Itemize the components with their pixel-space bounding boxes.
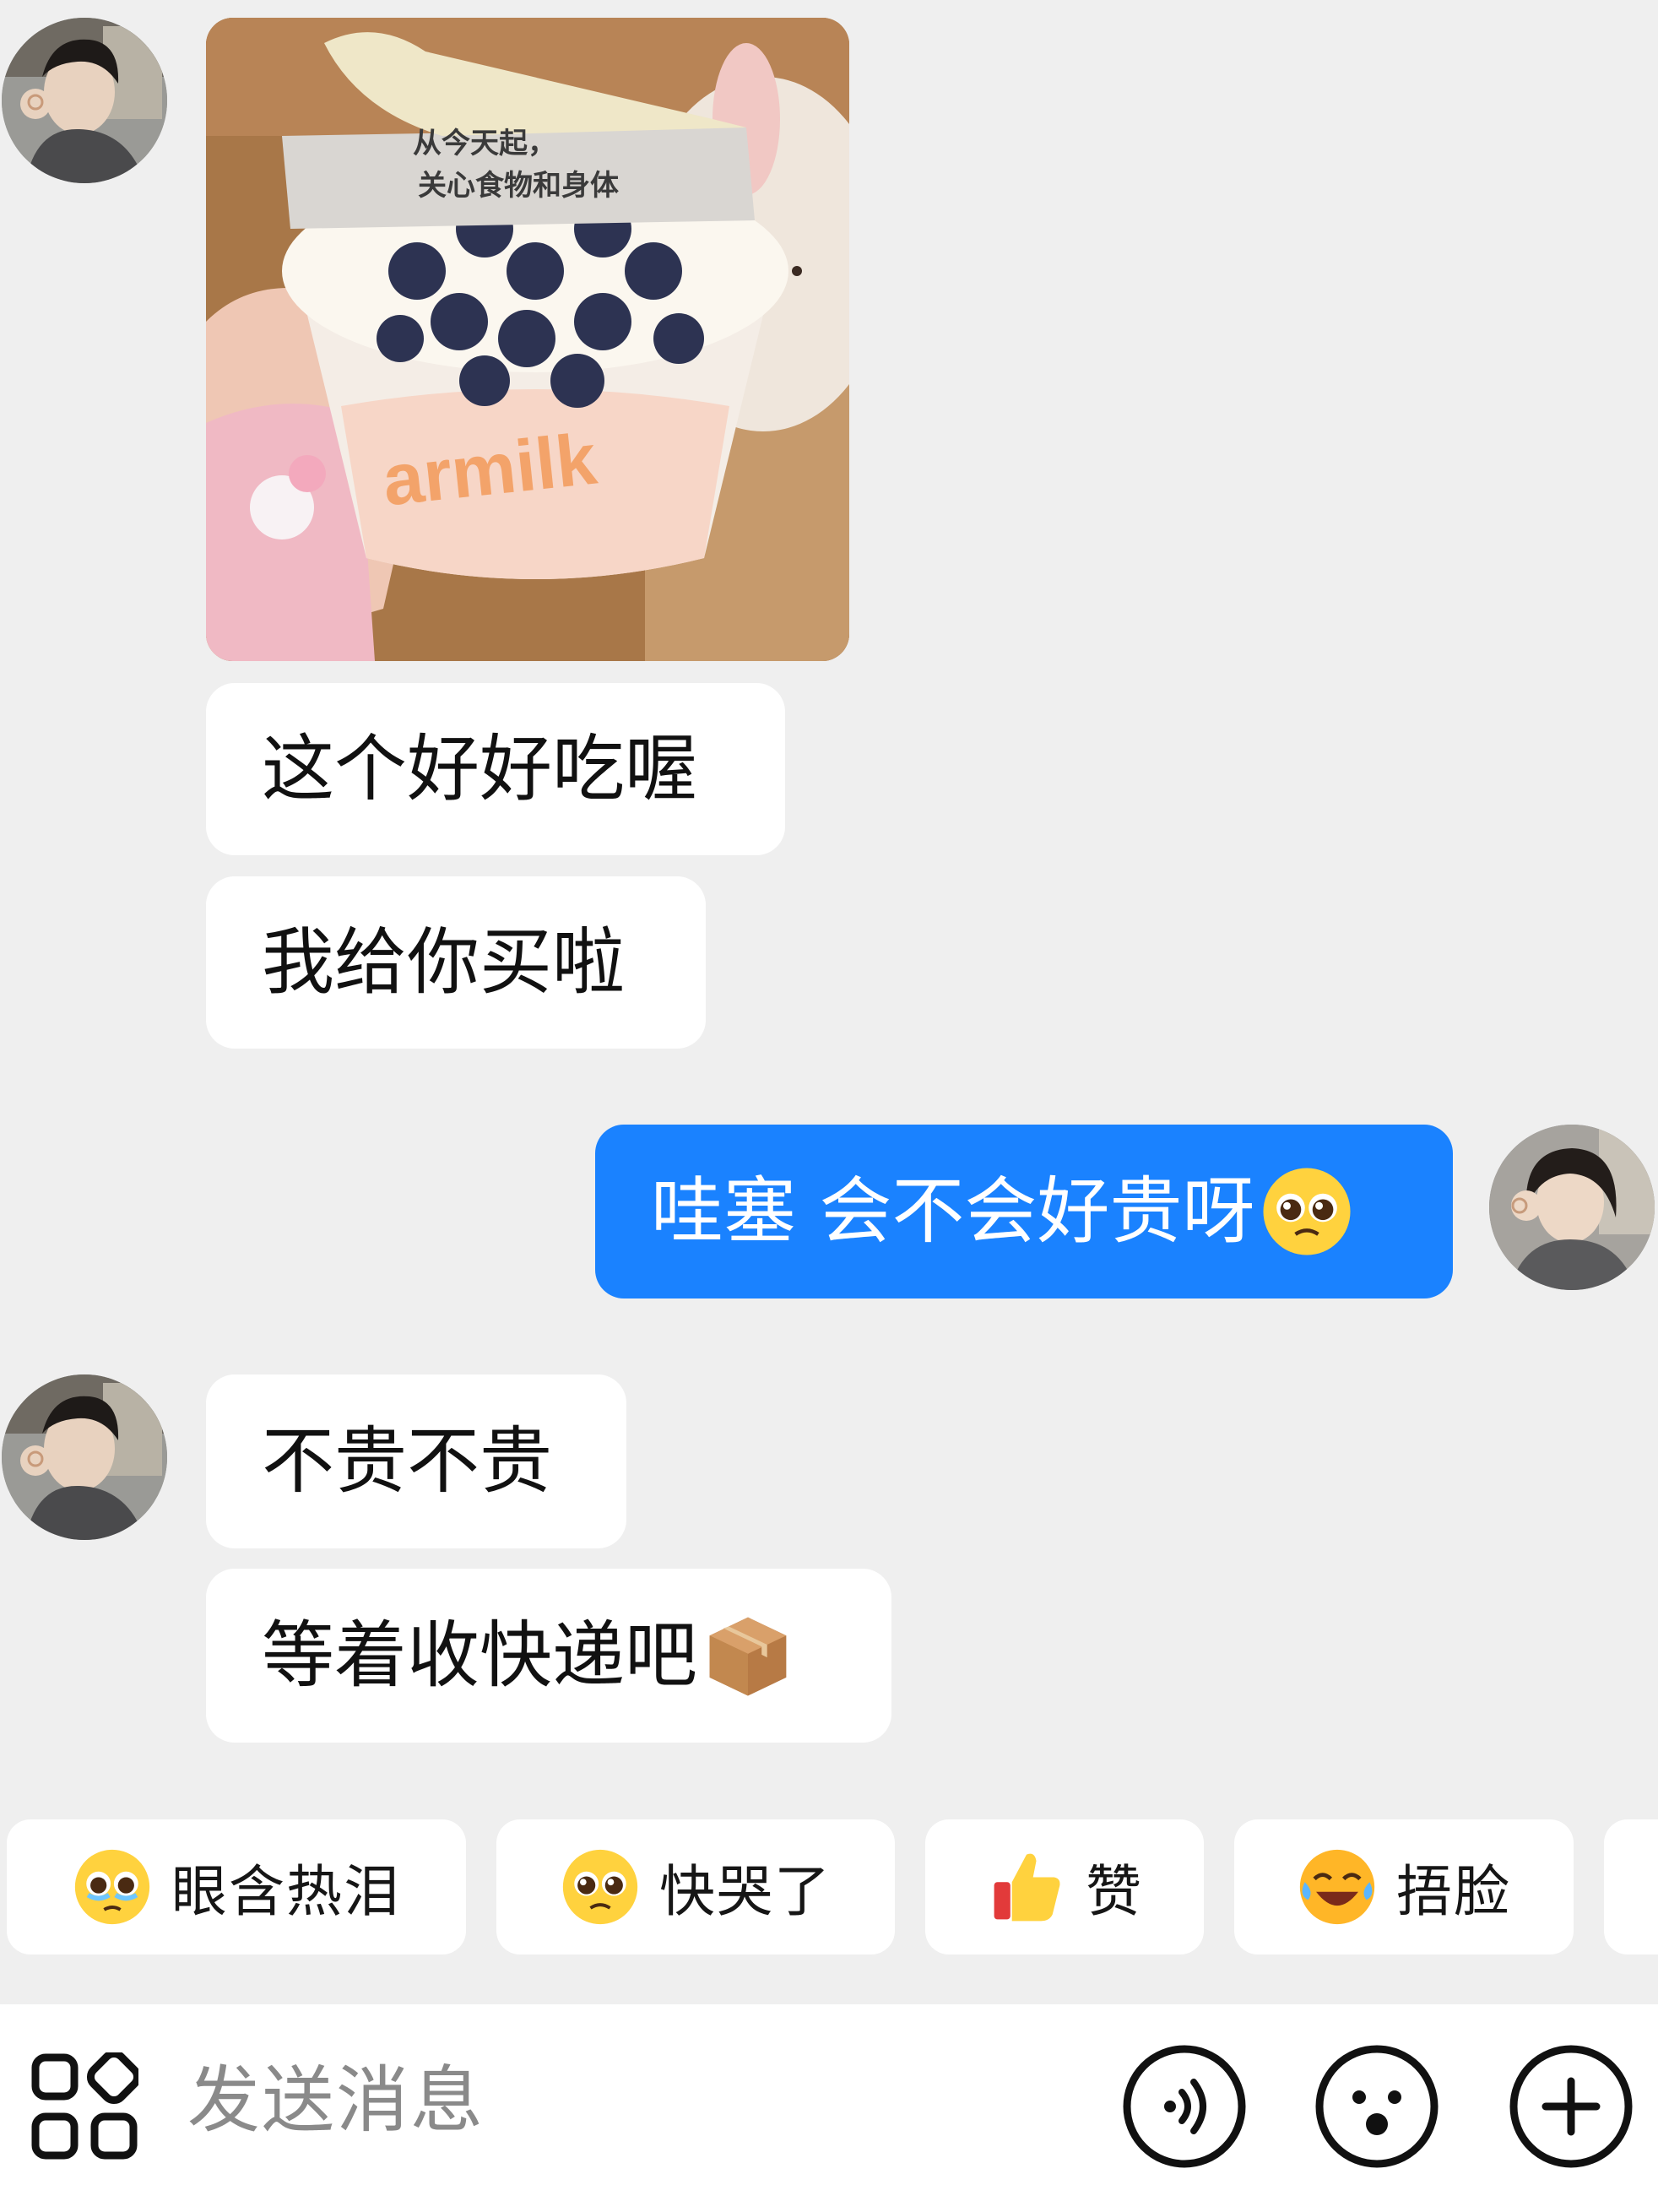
quick-reply-chip[interactable]: 快哭了 [496,1819,895,1954]
thumbs-up-icon [994,1853,1060,1922]
avatar-photo [1489,1125,1655,1290]
message-text: 我给你买啦 [262,920,625,1005]
message-bubble-incoming[interactable]: 我给你买啦 [206,876,706,1049]
contact-avatar[interactable] [2,18,167,183]
pleading-face-icon [562,1849,638,1925]
quick-reply-label: 快哭了 [659,1859,832,1924]
voice-icon[interactable] [1121,2043,1248,2170]
message-text: 哇塞 会不会好贵呀 [651,1169,1255,1254]
message-bubble-incoming[interactable]: 这个好好吃喔 [206,683,785,855]
quick-reply-label: 赞 [1086,1859,1143,1924]
quick-reply-label: 眼含热泪 [171,1859,401,1924]
message-image[interactable]: armilk 从今天起， 关心食物和身体 [206,18,849,661]
quick-reply-chip[interactable]: 捂脸 [1234,1819,1574,1954]
quick-reply-chip[interactable]: 赞 [925,1819,1204,1954]
plus-icon[interactable] [1508,2043,1634,2170]
message-bubble-incoming[interactable]: 不贵不贵 [206,1374,626,1548]
package-emoji [709,1617,787,1696]
message-text: 这个好好吃喔 [262,727,697,811]
avatar-photo [2,18,167,183]
emoji-icon[interactable] [1314,2043,1440,2170]
yogurt-photo: armilk 从今天起， 关心食物和身体 [206,18,849,661]
message-text: 不贵不贵 [262,1419,552,1504]
contact-avatar[interactable] [2,1374,167,1540]
face-with-tears-of-joy-icon [1299,1849,1375,1925]
image-text-line2: 关心食物和身体 [418,169,619,203]
quick-reply-label: 捂脸 [1396,1859,1511,1924]
message-text: 等着收快递吧 [262,1613,697,1698]
apps-grid-icon[interactable] [30,2052,138,2160]
face-holding-back-tears-icon [74,1849,150,1925]
image-text-line1: 从今天起， [413,127,556,160]
quick-reply-chip-partial[interactable] [1604,1819,1658,1954]
message-bubble-outgoing[interactable]: 哇塞 会不会好贵呀 [595,1125,1453,1298]
self-avatar[interactable] [1489,1125,1655,1290]
message-input[interactable]: 发送消息 [187,2064,485,2137]
chat-screen: armilk 从今天起， 关心食物和身体 这个好好吃喔 我给你买啦 哇塞 会不会… [0,0,1658,2212]
pleading-face-emoji [1263,1168,1351,1255]
quick-reply-chip[interactable]: 眼含热泪 [7,1819,466,1954]
avatar-photo [2,1374,167,1540]
message-bubble-incoming[interactable]: 等着收快递吧 [206,1569,891,1743]
